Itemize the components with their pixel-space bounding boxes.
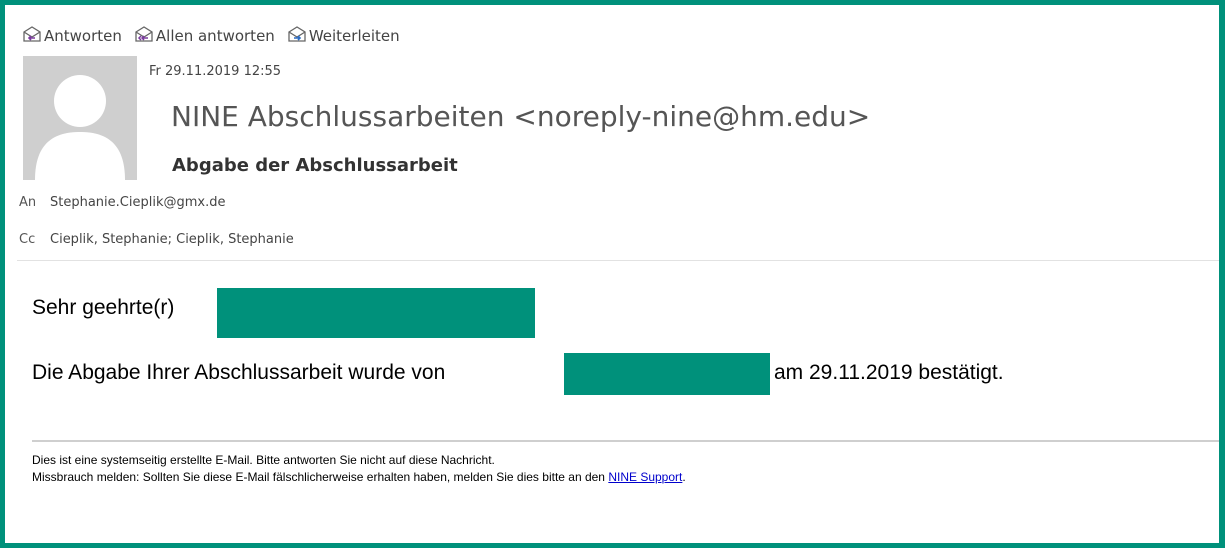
- message-text-prefix: Die Abgabe Ihrer Abschlussarbeit wurde v…: [32, 361, 446, 384]
- to-label: An: [19, 195, 37, 210]
- forward-label: Weiterleiten: [308, 27, 400, 45]
- footer-divider: [32, 440, 1219, 442]
- header-divider: [17, 260, 1219, 261]
- redacted-name-block: [217, 288, 535, 338]
- reply-label: Antworten: [44, 27, 122, 45]
- reply-button[interactable]: Antworten: [22, 25, 122, 47]
- forward-button[interactable]: Weiterleiten: [287, 25, 400, 47]
- nine-support-link[interactable]: NINE Support: [608, 470, 682, 484]
- cc-label: Cc: [19, 232, 36, 247]
- to-address[interactable]: Stephanie.Cieplik@gmx.de: [50, 195, 225, 210]
- cc-addresses[interactable]: Cieplik, Stephanie; Cieplik, Stephanie: [50, 232, 294, 247]
- email-window: Antworten Allen antworten Weiterleiten F…: [0, 0, 1225, 548]
- footer-abuse-notice: Missbrauch melden: Sollten Sie diese E-M…: [32, 470, 686, 484]
- message-text-suffix: am 29.11.2019 bestätigt.: [774, 361, 1004, 384]
- reply-all-icon: [134, 25, 156, 47]
- reply-icon: [22, 25, 44, 47]
- footer-notice: Dies ist eine systemseitig erstellte E-M…: [32, 453, 495, 467]
- recipient-cc-row: Cc Cieplik, Stephanie; Cieplik, Stephanie: [19, 232, 294, 247]
- redacted-approver-block: [564, 353, 770, 395]
- reply-all-label: Allen antworten: [155, 27, 275, 45]
- email-subject: Abgabe der Abschlussarbeit: [172, 155, 458, 176]
- reply-all-button[interactable]: Allen antworten: [134, 25, 275, 47]
- action-toolbar: Antworten Allen antworten Weiterleiten: [22, 25, 412, 47]
- sender-avatar: [23, 56, 137, 180]
- sender-name[interactable]: NINE Abschlussarbeiten <noreply-nine@hm.…: [171, 100, 870, 133]
- forward-icon: [287, 25, 309, 47]
- footer-period: .: [682, 470, 686, 484]
- recipient-to-row: An Stephanie.Cieplik@gmx.de: [19, 195, 225, 210]
- sent-date: Fr 29.11.2019 12:55: [149, 64, 282, 79]
- greeting-text: Sehr geehrte(r): [32, 296, 175, 319]
- footer-abuse-text: Missbrauch melden: Sollten Sie diese E-M…: [32, 470, 605, 484]
